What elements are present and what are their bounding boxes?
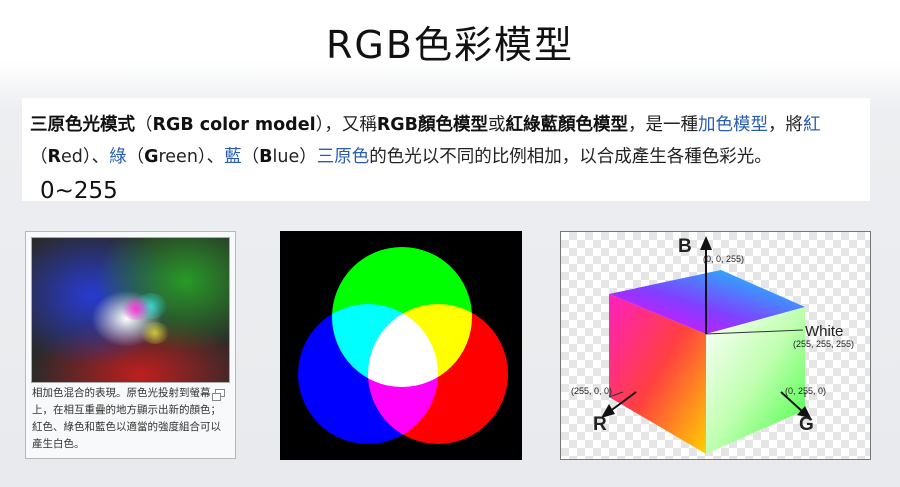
axis-b-arrow xyxy=(700,236,712,250)
link-blue[interactable]: 藍 xyxy=(224,147,242,167)
venn-diagram-panel xyxy=(280,231,522,460)
cube-coord-blue: (0, 0, 255) xyxy=(703,254,744,264)
wiki-excerpt: 三原色光模式（RGB color model），又稱RGB顏色模型或紅綠藍顏色模… xyxy=(22,98,870,204)
photo-caption: 相加色混合的表現。原色光投射到螢幕上，在相互重疊的地方顯示出新的顏色；紅色、綠色… xyxy=(32,387,221,450)
yellow-overlap xyxy=(140,321,171,344)
slide-title: RGB色彩模型 xyxy=(326,23,574,67)
additive-mix-photo[interactable] xyxy=(31,237,230,383)
cube-label-b: B xyxy=(678,236,692,257)
text-segment: ），又稱 xyxy=(315,115,377,135)
text-segment: lue） xyxy=(272,147,317,167)
paren-open: （ xyxy=(241,147,260,167)
letter-r: R xyxy=(47,147,61,167)
cube-label-g: G xyxy=(799,414,814,435)
text-segment: ，將 xyxy=(768,115,804,135)
term-english: RGB color model xyxy=(152,115,316,135)
cube-coord-white: (255, 255, 255) xyxy=(793,339,854,349)
paren-open: （ xyxy=(135,115,153,135)
link-green[interactable]: 綠 xyxy=(109,147,127,167)
link-red[interactable]: 紅 xyxy=(803,115,821,135)
rgb-venn-diagram xyxy=(298,247,508,444)
rgb-cube-panel: B (0, 0, 255) White (255, 255, 255) (255… xyxy=(560,231,871,460)
term-rgb-model: 三原色光模式 xyxy=(30,115,135,135)
additive-mix-photo-panel: 相加色混合的表現。原色光投射到螢幕上，在相互重疊的地方顯示出新的顏色；紅色、綠色… xyxy=(25,231,236,459)
letter-b: B xyxy=(259,147,273,167)
paren-open: （ xyxy=(126,147,145,167)
cube-coord-green: (0, 255, 0) xyxy=(785,386,826,396)
value-range: 0~255 xyxy=(40,178,118,204)
text-segment: 的色光以不同的比例相加，以合成產生各種色彩光。 xyxy=(369,147,772,167)
cube-label-r: R xyxy=(593,414,607,435)
link-primary-colors[interactable]: 三原色 xyxy=(317,147,370,167)
link-additive-color[interactable]: 加色模型 xyxy=(698,115,768,135)
text-segment: reen）、 xyxy=(158,147,225,167)
cube-coord-red: (255, 0, 0) xyxy=(571,386,612,396)
text-segment: ed）、 xyxy=(60,147,110,167)
cube-label-white: White xyxy=(805,323,843,340)
green-circle xyxy=(332,247,472,387)
term-rgb-color-model: RGB顏色模型 xyxy=(376,115,489,135)
text-segment: ，是一種 xyxy=(628,115,699,135)
rgb-cube-diagram: B (0, 0, 255) White (255, 255, 255) (255… xyxy=(571,236,854,454)
text-segment: 或 xyxy=(488,115,506,135)
paren-open: （ xyxy=(30,147,48,167)
term-rgb-chinese: 紅綠藍顏色模型 xyxy=(505,115,629,135)
letter-g: G xyxy=(144,147,159,167)
